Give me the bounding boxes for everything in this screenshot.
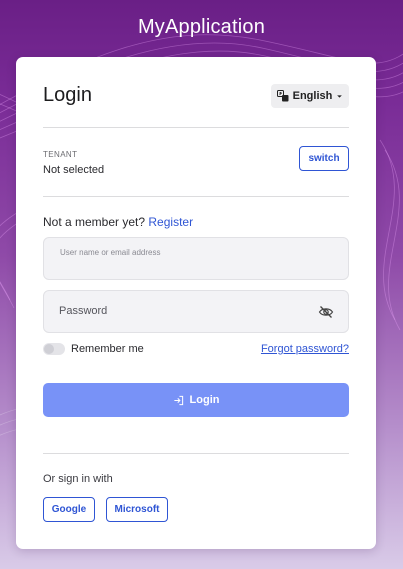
remember-me-toggle[interactable] [43,343,65,355]
social-prompt: Or sign in with [43,473,113,485]
switch-tenant-button[interactable]: switch [299,146,349,171]
forgot-password-link[interactable]: Forgot password? [261,343,349,355]
login-button[interactable]: Login [43,383,349,417]
register-link[interactable]: Register [148,215,193,229]
password-field[interactable]: Password [43,290,349,333]
app-title: MyApplication [137,16,266,38]
login-card: Login English TENANT Not selected switch… [16,57,376,549]
microsoft-login-button[interactable]: Microsoft [106,497,168,522]
divider [43,127,349,128]
member-prompt-text: Not a member yet? [43,215,146,229]
language-label: English [292,90,333,102]
divider [43,196,349,197]
tenant-value: Not selected [43,164,105,176]
divider [43,453,349,454]
google-login-button[interactable]: Google [43,497,95,522]
eye-slash-icon[interactable] [318,304,334,320]
register-prompt: Not a member yet? Register [43,215,193,229]
username-input[interactable] [44,238,348,279]
remember-me-label: Remember me [71,343,144,355]
social-login-row: Google Microsoft [43,497,168,522]
translate-icon [276,90,289,102]
remember-me: Remember me [43,343,144,355]
login-button-label: Login [189,394,220,406]
username-field[interactable]: User name or email address [43,237,349,280]
language-switcher-button[interactable]: English [271,84,349,108]
login-title: Login [43,84,92,106]
chevron-down-icon [337,94,343,98]
card-header: Login English [43,83,349,111]
tenant-label: TENANT [43,150,78,159]
password-input[interactable] [44,291,348,332]
login-arrow-icon [173,395,183,405]
